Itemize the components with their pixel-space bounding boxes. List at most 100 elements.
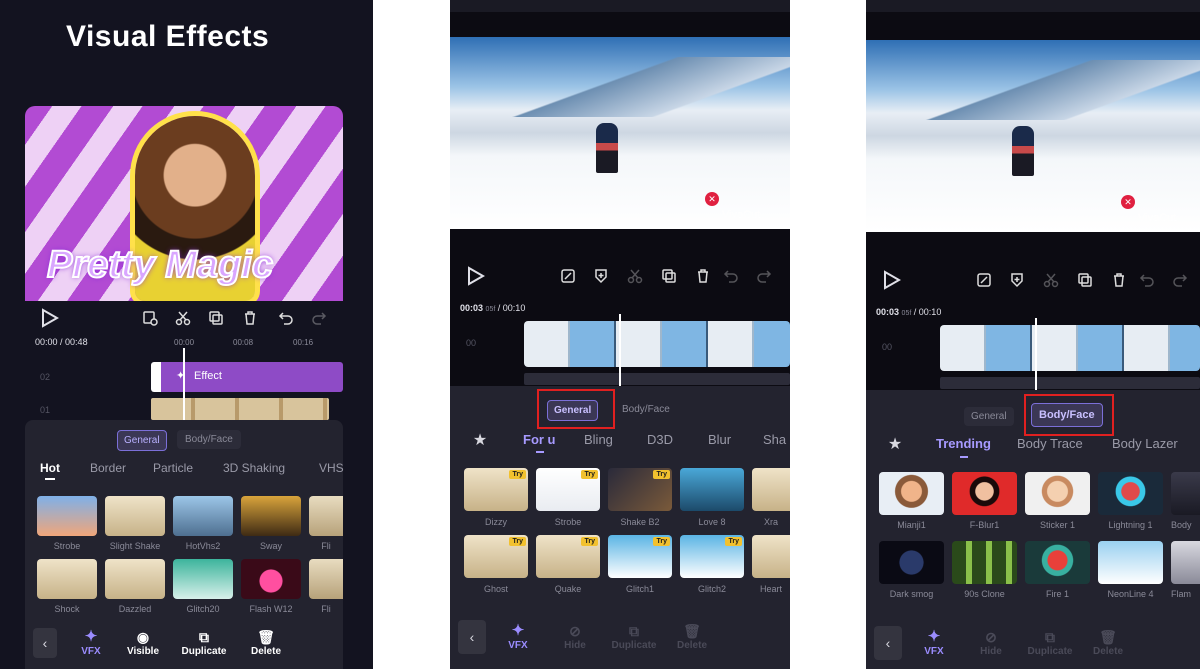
redo-icon[interactable]	[1172, 272, 1188, 288]
visible-button[interactable]: ◉ Visible	[121, 628, 165, 657]
cut-icon[interactable]	[175, 310, 191, 326]
copy-icon[interactable]	[208, 310, 224, 326]
subtab-hot[interactable]: Hot	[40, 461, 60, 475]
effect-thumb[interactable]	[1171, 541, 1200, 584]
effect-thumb[interactable]	[1025, 541, 1090, 584]
delete-button[interactable]: 🗑 Delete	[671, 622, 713, 651]
effect-thumb[interactable]	[105, 559, 165, 599]
effect-thumb[interactable]	[752, 468, 790, 511]
effect-thumb[interactable]	[879, 541, 944, 584]
audio-track[interactable]	[524, 373, 790, 385]
preview-video[interactable]: Pretty Magic	[25, 106, 343, 301]
effect-thumb[interactable]	[309, 559, 343, 599]
effect-thumb[interactable]: Try	[536, 468, 600, 511]
audio-track[interactable]	[940, 377, 1200, 389]
playhead[interactable]	[183, 348, 185, 420]
redo-icon[interactable]	[311, 310, 327, 326]
subtab-trending[interactable]: Trending	[936, 436, 991, 451]
effect-thumb[interactable]	[105, 496, 165, 536]
mask-icon[interactable]	[1009, 272, 1025, 288]
undo-icon[interactable]	[278, 310, 294, 326]
playhead[interactable]	[1035, 318, 1037, 390]
hide-button[interactable]: ⊘ Hide	[558, 622, 592, 651]
crop-icon[interactable]	[976, 272, 992, 288]
cut-icon[interactable]	[1043, 272, 1059, 288]
effect-thumb[interactable]	[752, 535, 790, 578]
effect-thumb[interactable]	[241, 559, 301, 599]
vfx-button[interactable]: ✦ VFX	[502, 622, 534, 651]
back-button[interactable]: ‹	[874, 626, 902, 660]
effect-thumb[interactable]: Try	[536, 535, 600, 578]
undo-icon[interactable]	[1139, 272, 1155, 288]
subtab-blur[interactable]: Blur	[708, 432, 731, 447]
mask-icon[interactable]	[593, 268, 609, 284]
duplicate-button[interactable]: ⧉ Duplicate	[1021, 628, 1079, 657]
cut-icon[interactable]	[627, 268, 643, 284]
preview-video[interactable]: ✕ VivaCut	[866, 40, 1200, 232]
category-general[interactable]: General	[117, 430, 167, 451]
crop-icon[interactable]	[560, 268, 576, 284]
effect-thumb[interactable]	[1025, 472, 1090, 515]
effect-thumb[interactable]: Try	[464, 535, 528, 578]
add-clip-icon[interactable]	[142, 310, 158, 326]
duplicate-button[interactable]: ⧉ Duplicate	[175, 628, 233, 657]
effect-thumb[interactable]	[309, 496, 343, 536]
back-button[interactable]: ‹	[458, 620, 486, 654]
effect-thumb[interactable]: Try	[464, 468, 528, 511]
subtab-body-lazer[interactable]: Body Lazer	[1112, 436, 1178, 451]
delete-button[interactable]: 🗑 Delete	[245, 628, 287, 657]
subtab-border[interactable]: Border	[90, 461, 126, 475]
effect-thumb[interactable]	[173, 559, 233, 599]
effect-thumb[interactable]	[173, 496, 233, 536]
video-track[interactable]	[940, 325, 1200, 371]
subtab-vhs[interactable]: VHS	[319, 461, 344, 475]
subtab-bling[interactable]: Bling	[584, 432, 613, 447]
subtab-d3d[interactable]: D3D	[647, 432, 673, 447]
back-button[interactable]: ‹	[33, 628, 57, 658]
vfx-button[interactable]: ✦ VFX	[918, 628, 950, 657]
subtab-3d-shaking[interactable]: 3D Shaking	[223, 461, 285, 475]
hide-button[interactable]: ⊘ Hide	[974, 628, 1008, 657]
effect-thumb[interactable]	[1171, 472, 1200, 515]
trash-icon[interactable]	[242, 310, 258, 326]
effect-thumb[interactable]: Try	[608, 468, 672, 511]
effect-thumb[interactable]	[37, 559, 97, 599]
redo-icon[interactable]	[756, 268, 772, 284]
category-general[interactable]: General	[964, 407, 1014, 426]
effect-thumb[interactable]	[952, 472, 1017, 515]
effect-thumb[interactable]	[241, 496, 301, 536]
playhead[interactable]	[619, 314, 621, 386]
effect-thumb[interactable]: Try	[608, 535, 672, 578]
undo-icon[interactable]	[723, 268, 739, 284]
category-body-face[interactable]: Body/Face	[1031, 403, 1103, 427]
effect-thumb[interactable]	[1098, 472, 1163, 515]
trash-icon[interactable]	[1111, 272, 1127, 288]
effect-thumb[interactable]	[879, 472, 944, 515]
effect-thumb[interactable]	[1098, 541, 1163, 584]
play-icon[interactable]	[464, 264, 488, 288]
vfx-button[interactable]: ✦ VFX	[75, 628, 107, 657]
effect-thumb[interactable]	[952, 541, 1017, 584]
trash-icon[interactable]	[695, 268, 711, 284]
preview-video[interactable]: ✕ VivaCut	[450, 37, 790, 229]
effect-thumb[interactable]: Try	[680, 535, 744, 578]
copy-icon[interactable]	[1077, 272, 1093, 288]
subtab-for-u[interactable]: For u	[523, 432, 556, 447]
effect-thumb[interactable]	[37, 496, 97, 536]
effect-track[interactable]: ✦ Effect	[151, 362, 343, 392]
close-watermark-icon[interactable]: ✕	[705, 192, 719, 206]
video-track[interactable]	[524, 321, 790, 367]
star-icon[interactable]: ★	[470, 430, 490, 450]
duplicate-button[interactable]: ⧉ Duplicate	[605, 622, 663, 651]
subtab-body-trace[interactable]: Body Trace	[1017, 436, 1083, 451]
play-icon[interactable]	[880, 268, 904, 292]
video-track[interactable]	[151, 398, 329, 420]
category-body-face[interactable]: Body/Face	[622, 404, 670, 415]
play-icon[interactable]	[38, 306, 62, 330]
copy-icon[interactable]	[661, 268, 677, 284]
effect-thumb[interactable]	[680, 468, 744, 511]
star-icon[interactable]: ★	[885, 434, 905, 454]
subtab-shake[interactable]: Sha	[763, 432, 786, 447]
subtab-particle[interactable]: Particle	[153, 461, 193, 475]
close-watermark-icon[interactable]: ✕	[1121, 195, 1135, 209]
